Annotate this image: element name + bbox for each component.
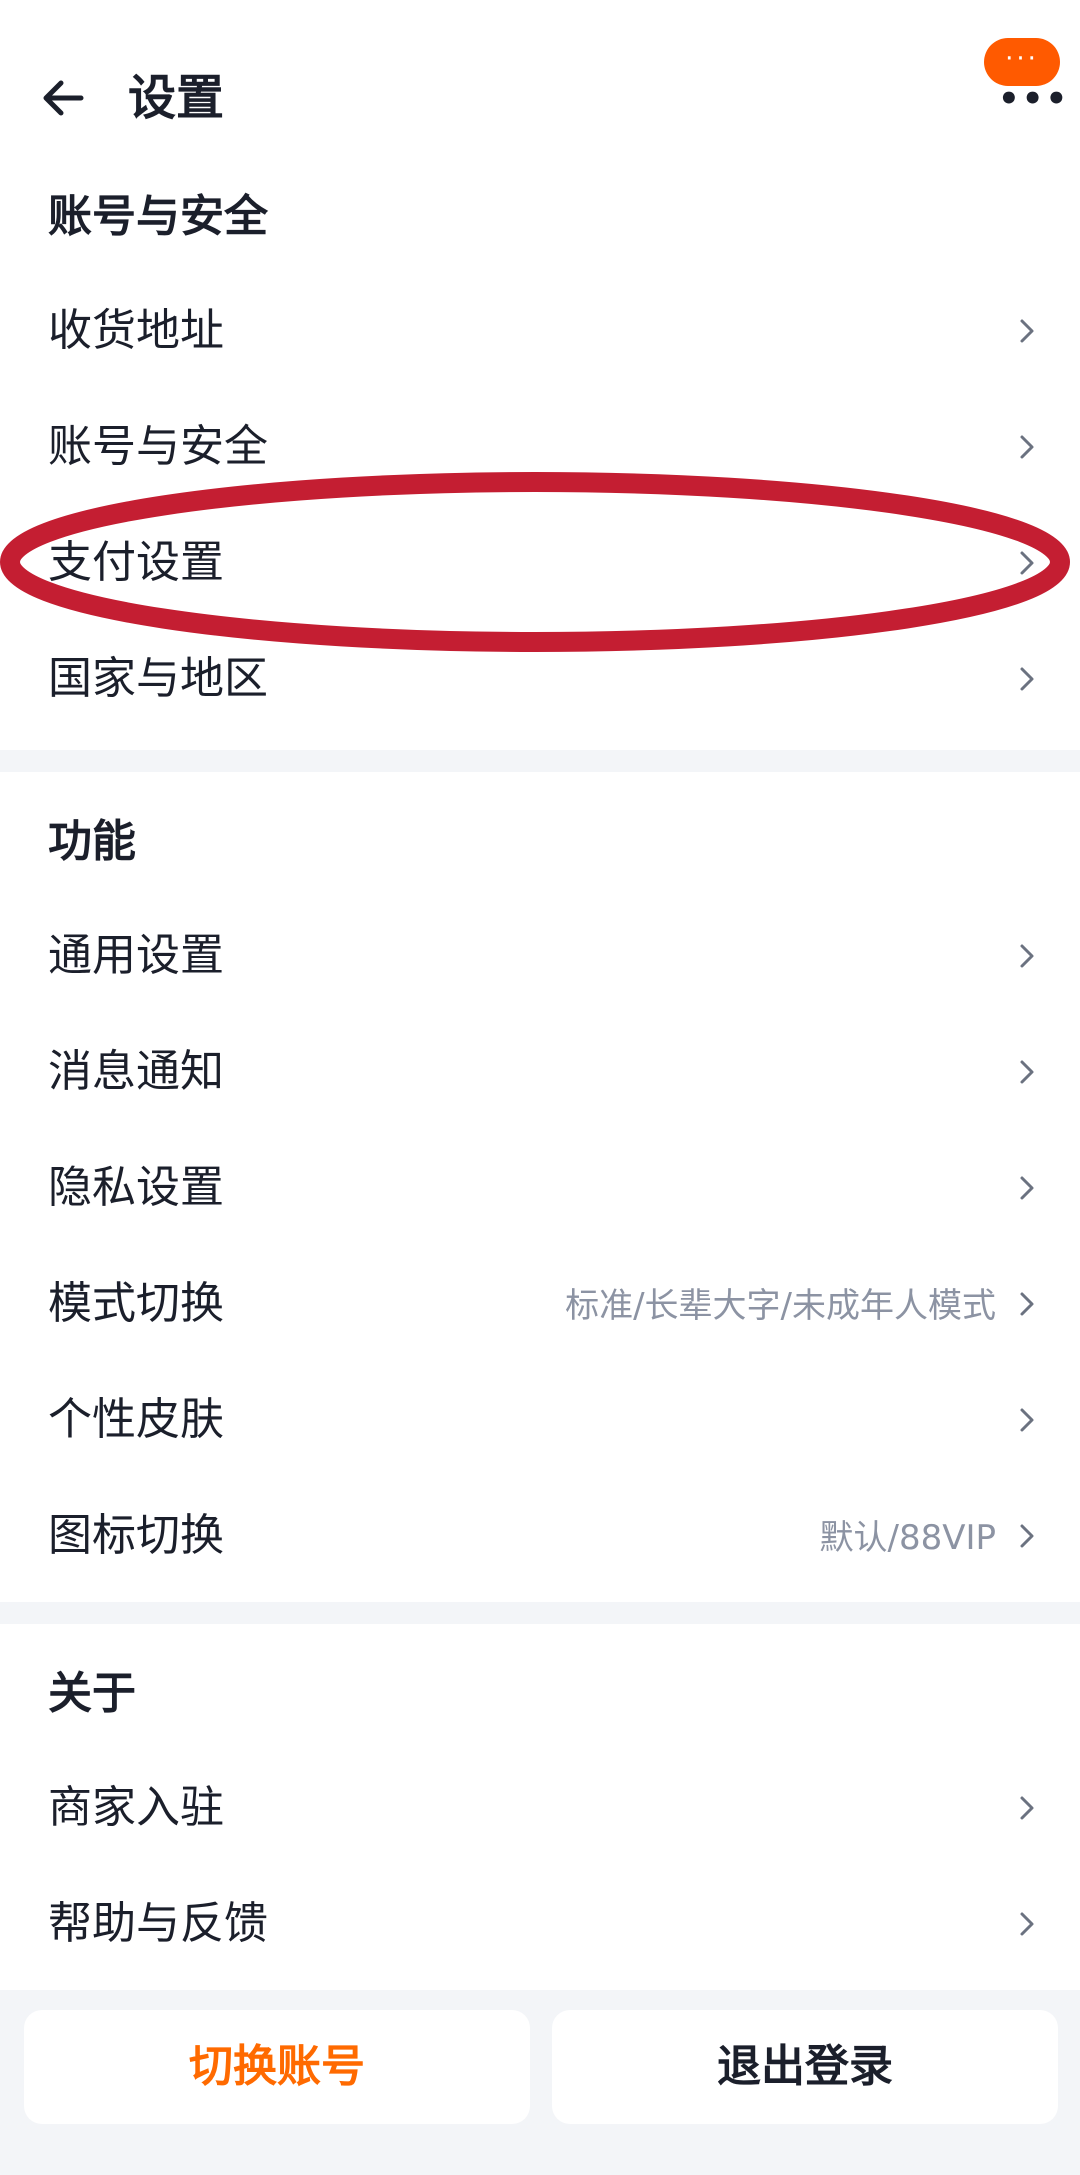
row-shipping-address[interactable]: 收货地址	[0, 273, 1080, 389]
more-dots-icon: •••	[998, 79, 1070, 119]
section-features: 功能 通用设置 消息通知 隐私设置 模式切换 标准/长辈大字/未成年人模式 个性…	[0, 772, 1080, 1602]
chevron-right-icon	[1020, 319, 1034, 343]
arrow-left-icon	[43, 80, 84, 116]
chevron-right-icon	[1020, 1292, 1034, 1316]
row-country-region[interactable]: 国家与地区	[0, 621, 1080, 737]
chevron-right-icon	[1020, 551, 1034, 575]
row-label: 图标切换	[48, 1510, 224, 1561]
page-title: 设置	[128, 70, 225, 126]
row-label: 通用设置	[48, 930, 224, 981]
section-title-about: 关于	[48, 1668, 136, 1719]
row-payment-settings[interactable]: 支付设置	[0, 505, 1080, 621]
row-label: 国家与地区	[48, 653, 268, 704]
row-privacy-settings[interactable]: 隐私设置	[0, 1130, 1080, 1246]
row-account-security[interactable]: 账号与安全	[0, 389, 1080, 505]
chevron-right-icon	[1020, 1524, 1034, 1548]
section-title-features: 功能	[48, 816, 136, 867]
row-skin[interactable]: 个性皮肤	[0, 1362, 1080, 1478]
row-label: 消息通知	[48, 1046, 224, 1097]
chevron-right-icon	[1020, 1060, 1034, 1084]
row-label: 商家入驻	[48, 1782, 224, 1833]
logout-button[interactable]: 退出登录	[552, 2010, 1058, 2124]
row-general-settings[interactable]: 通用设置	[0, 898, 1080, 1014]
row-label: 隐私设置	[48, 1162, 224, 1213]
chevron-right-icon	[1020, 944, 1034, 968]
row-label: 支付设置	[48, 537, 224, 588]
row-notifications[interactable]: 消息通知	[0, 1014, 1080, 1130]
row-mode-switch[interactable]: 模式切换 标准/长辈大字/未成年人模式	[0, 1246, 1080, 1362]
header: 设置 ··· •••	[0, 0, 1080, 175]
section-title-account: 账号与安全	[48, 191, 268, 242]
chevron-right-icon	[1020, 1408, 1034, 1432]
back-button[interactable]	[38, 76, 88, 120]
section-account: 账号与安全 收货地址 账号与安全 支付设置 国家与地区	[0, 175, 1080, 750]
chevron-right-icon	[1020, 1796, 1034, 1820]
row-merchant-join[interactable]: 商家入驻	[0, 1750, 1080, 1866]
section-about: 关于 商家入驻 帮助与反馈	[0, 1624, 1080, 1990]
chevron-right-icon	[1020, 1176, 1034, 1200]
bottom-action-bar: 切换账号 退出登录	[0, 1990, 1080, 2175]
row-label: 个性皮肤	[48, 1394, 224, 1445]
switch-account-button[interactable]: 切换账号	[24, 2010, 530, 2124]
chevron-right-icon	[1020, 1912, 1034, 1936]
row-value: 默认/88VIP	[819, 1518, 996, 1558]
row-label: 帮助与反馈	[48, 1898, 268, 1949]
row-icon-switch[interactable]: 图标切换 默认/88VIP	[0, 1478, 1080, 1594]
more-button[interactable]: ··· •••	[984, 36, 1067, 116]
row-label: 收货地址	[48, 305, 224, 356]
chevron-right-icon	[1020, 435, 1034, 459]
row-value: 标准/长辈大字/未成年人模式	[565, 1286, 996, 1326]
row-label: 模式切换	[48, 1278, 224, 1329]
row-help-feedback[interactable]: 帮助与反馈	[0, 1866, 1080, 1982]
chevron-right-icon	[1020, 667, 1034, 691]
row-label: 账号与安全	[48, 421, 268, 472]
